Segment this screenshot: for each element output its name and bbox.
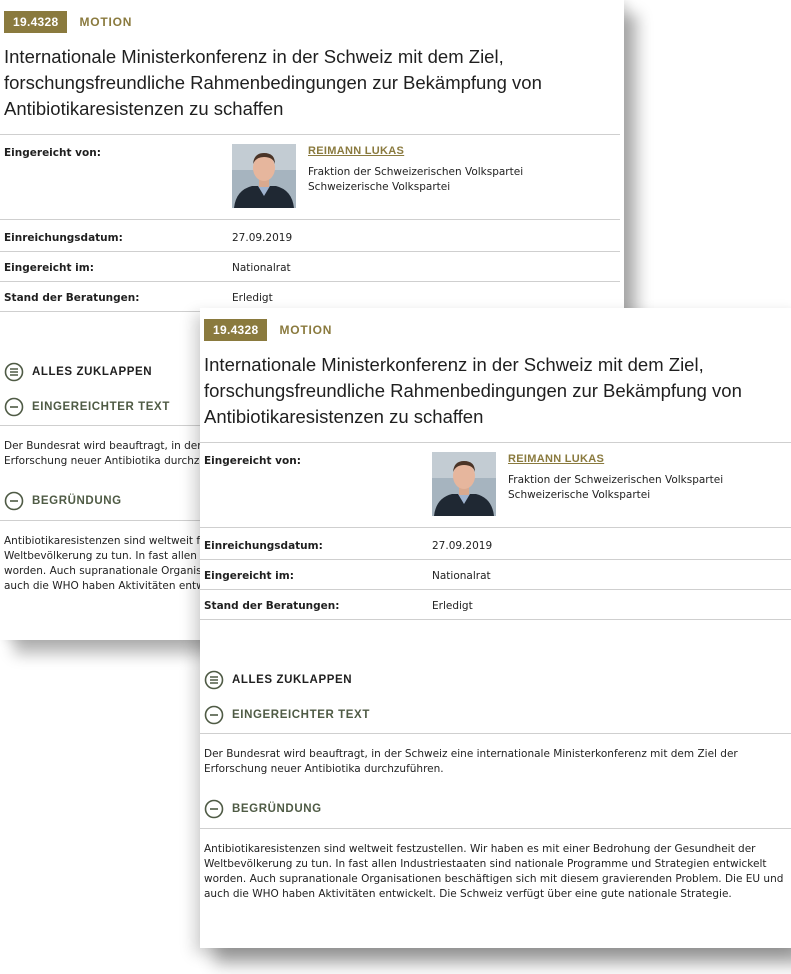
minus-circle-icon [4,397,24,417]
status-label: Stand der Beratungen: [4,292,140,304]
divider [0,281,620,282]
divider [200,527,791,528]
author-party: Schweizerische Volkspartei [508,489,651,501]
council-value: Nationalrat [432,570,491,582]
submission-date-value: 27.09.2019 [232,232,293,244]
divider [200,589,791,590]
council-value: Nationalrat [232,262,291,274]
submitted-by-label: Eingereicht von: [204,455,301,467]
collapse-all-label: ALLES ZUKLAPPEN [32,366,153,378]
minus-circle-icon [4,491,24,511]
divider [200,733,791,734]
person-photo-icon [432,452,496,516]
collapse-all-button[interactable]: ALLES ZUKLAPPEN [204,670,352,690]
author-avatar[interactable] [232,144,296,208]
motion-title: Internationale Ministerkonferenz in der … [204,354,742,427]
submitted-text-heading: EINGEREICHTER TEXT [32,401,170,413]
author-faction: Fraktion der Schweizerischen Volkspartei [308,166,524,178]
collapse-all-label: ALLES ZUKLAPPEN [232,674,353,686]
submitted-text-toggle[interactable]: EINGEREICHTER TEXT [204,705,370,725]
minus-circle-icon [204,799,224,819]
council-label: Eingereicht im: [4,262,94,274]
council-label: Eingereicht im: [204,570,294,582]
motion-type-label: MOTION [79,15,133,29]
submission-date-value: 27.09.2019 [432,540,493,552]
person-photo-icon [232,144,296,208]
author-avatar[interactable] [432,452,496,516]
divider [0,219,620,220]
motion-type-label: MOTION [279,323,333,337]
reasoning-toggle[interactable]: BEGRÜNDUNG [204,799,322,819]
status-value: Erledigt [232,292,273,304]
divider [200,559,791,560]
author-name-link[interactable]: REIMANN LUKAS [508,453,604,465]
minus-circle-icon [204,705,224,725]
motion-header: 19.4328 MOTION [4,10,132,34]
divider [0,251,620,252]
author-party: Schweizerische Volkspartei [308,181,451,193]
list-circle-icon [4,362,24,382]
list-circle-icon [204,670,224,690]
divider [200,828,791,829]
reasoning-text: Antibiotikaresistenzen sind weltweit fes… [204,843,784,900]
screenshot-card-front: 19.4328 MOTION Internationale Ministerko… [200,308,791,948]
divider [200,442,791,443]
submitted-text-toggle[interactable]: EINGEREICHTER TEXT [4,397,170,417]
motion-header: 19.4328 MOTION [204,318,332,342]
submitted-text-heading: EINGEREICHTER TEXT [232,709,370,721]
author-faction: Fraktion der Schweizerischen Volkspartei [508,474,724,486]
reasoning-heading: BEGRÜNDUNG [32,495,122,507]
motion-number-badge: 19.4328 [204,319,268,341]
submission-date-label: Einreichungsdatum: [204,540,323,552]
author-name-link[interactable]: REIMANN LUKAS [308,145,404,157]
collapse-all-button[interactable]: ALLES ZUKLAPPEN [4,362,152,382]
submission-date-label: Einreichungsdatum: [4,232,123,244]
motion-number-badge: 19.4328 [4,11,68,33]
motion-title: Internationale Ministerkonferenz in der … [4,46,542,119]
reasoning-heading: BEGRÜNDUNG [232,803,322,815]
status-label: Stand der Beratungen: [204,600,340,612]
divider [200,619,791,620]
submitted-text: Der Bundesrat wird beauftragt, in der Sc… [204,748,738,775]
divider [0,134,620,135]
submitted-by-label: Eingereicht von: [4,147,101,159]
reasoning-toggle[interactable]: BEGRÜNDUNG [4,491,122,511]
status-value: Erledigt [432,600,473,612]
